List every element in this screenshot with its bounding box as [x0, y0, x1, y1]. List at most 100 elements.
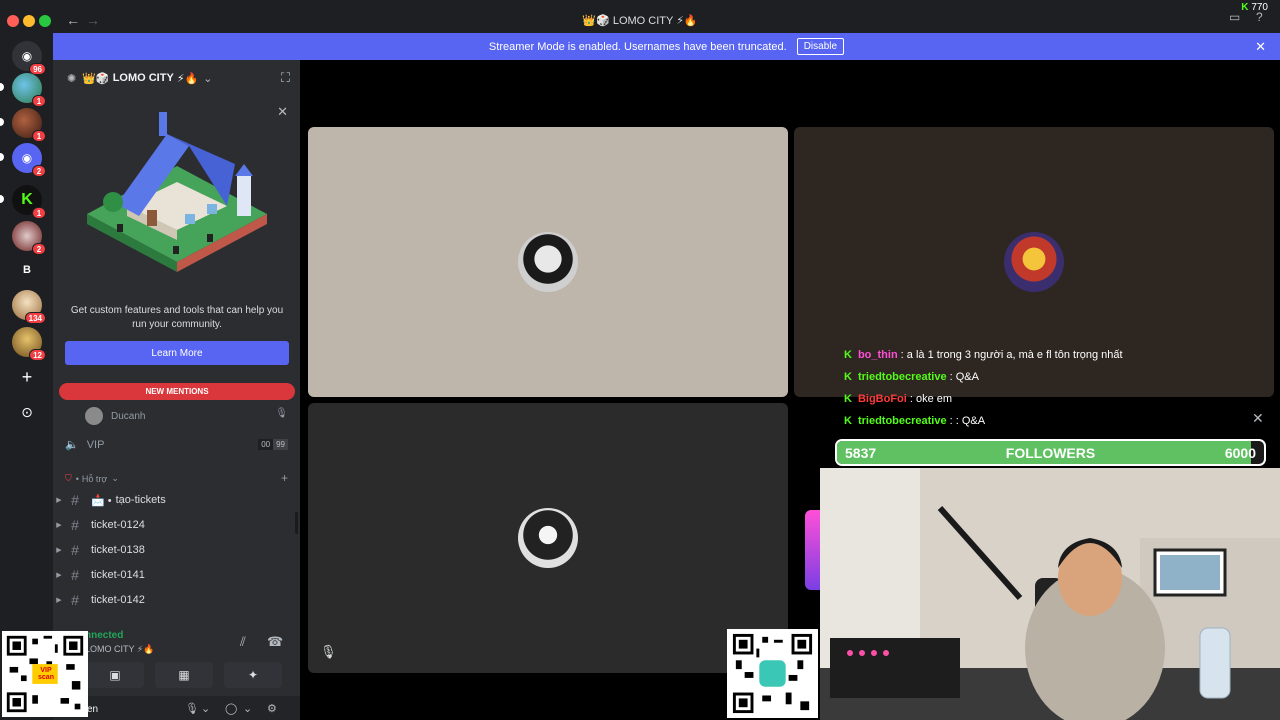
new-mentions-pill[interactable]: NEW MENTIONS: [59, 383, 295, 400]
server-kick-icon[interactable]: K1: [12, 185, 46, 219]
server-badge: 2: [32, 243, 46, 255]
caret-right-icon: ▶: [56, 597, 62, 604]
kick-icon: K: [844, 415, 852, 427]
server-badge: 134: [24, 312, 46, 324]
chat-text: : Q&A: [949, 371, 979, 383]
server-badge: 1: [32, 130, 46, 142]
vip-count-current: 00: [258, 439, 274, 450]
chat-message: K triedtobecreative : : Q&A: [844, 415, 985, 427]
unread-pill: [0, 153, 4, 161]
server-b-icon[interactable]: B: [12, 255, 42, 285]
close-icon[interactable]: ✕: [1252, 410, 1264, 427]
muted-icon: 🎙: [320, 644, 337, 659]
user-name: en: [87, 704, 99, 715]
add-server-icon[interactable]: +: [12, 362, 42, 392]
invite-people-icon[interactable]: ⛶: [281, 70, 290, 86]
server-boost-icon: ✺: [67, 72, 77, 85]
hash-icon: #: [71, 492, 79, 508]
close-icon[interactable]: ✕: [277, 104, 288, 120]
soundboard-button[interactable]: ✦: [224, 662, 282, 688]
chat-username: triedtobecreative: [857, 371, 947, 383]
help-icon[interactable]: ?: [1256, 10, 1263, 24]
title-prefix-icons: 👑🎲: [582, 15, 610, 27]
chevron-down-icon[interactable]: ⌄: [243, 702, 252, 715]
chat-username: triedtobecreative: [857, 415, 947, 427]
channel-ticket-0141[interactable]: ▶ # ticket-0141: [53, 564, 300, 586]
chat-message: K bo_thin : a là 1 trong 3 người a, mà e…: [844, 349, 1123, 361]
chevron-down-icon: ⌄: [111, 473, 119, 483]
headphones-icon[interactable]: ◯: [225, 702, 237, 715]
category-ho-tro[interactable]: ⛉ • Hỗ trợ ⌄: [65, 473, 119, 484]
qr-code-right: [727, 629, 818, 718]
participant-avatar: [1004, 232, 1064, 292]
channel-ticket-0138[interactable]: ▶ # ticket-0138: [53, 539, 300, 561]
voice-user-row[interactable]: Ducanh: [85, 407, 145, 425]
activities-button[interactable]: ▦: [155, 662, 213, 688]
chevron-down-icon[interactable]: ⌄: [201, 702, 210, 715]
window-title-text: LOMO CITY: [612, 15, 674, 27]
title-bar: ← → 👑🎲 LOMO CITY ⚡🔥 K 770 ▭ ?: [0, 0, 1280, 33]
streamer-webcam: [820, 468, 1280, 720]
sidebar-scrollbar[interactable]: [295, 512, 298, 534]
hash-icon: #: [71, 592, 79, 608]
screen-share-button[interactable]: ▣: [86, 662, 144, 688]
voice-channel-vip[interactable]: 🔈 VIP: [65, 438, 105, 452]
voice-connected-status: nnected: [85, 630, 124, 641]
qr-logo-label: VIP scan: [38, 667, 54, 681]
chat-message: K triedtobecreative : Q&A: [844, 371, 979, 383]
promo-text: Get custom features and tools that can h…: [70, 305, 284, 330]
community-house-illustration: [87, 112, 267, 272]
discord-home-icon[interactable]: ◉ 96: [12, 41, 46, 75]
server-badge: 2: [32, 165, 46, 177]
channel-label: ticket-0142: [91, 594, 145, 606]
kick-icon: K: [844, 393, 852, 405]
server-globe-icon[interactable]: 1: [12, 73, 46, 107]
server-warrior-icon[interactable]: 1: [12, 108, 46, 142]
explore-glyph: ⊙: [21, 403, 33, 420]
channel-ticket-0142[interactable]: ▶ # ticket-0142: [53, 589, 300, 611]
unread-pill: [0, 83, 4, 91]
server-emblem-icon[interactable]: 2: [12, 221, 46, 255]
server-discord-icon[interactable]: ◉ 2: [12, 143, 46, 177]
video-tile-1[interactable]: [308, 127, 788, 397]
category-bullet: •: [75, 473, 79, 484]
unread-pill: [0, 195, 4, 203]
voice-server-name: LOMO CITY ⚡🔥: [85, 644, 155, 654]
server-name: LOMO CITY: [112, 72, 174, 84]
create-channel-icon[interactable]: +: [281, 471, 288, 485]
server-badge: 1: [32, 207, 46, 219]
channel-label: ticket-0141: [91, 569, 145, 581]
server-badge: 1: [32, 95, 46, 107]
disconnect-icon[interactable]: ☎: [267, 634, 283, 650]
caret-right-icon: ▶: [56, 497, 62, 504]
hash-icon: #: [71, 542, 79, 558]
microphone-icon[interactable]: 🎙: [185, 702, 199, 715]
close-icon[interactable]: ✕: [1255, 39, 1266, 55]
learn-more-button[interactable]: Learn More: [65, 341, 289, 365]
server-lomo-icon[interactable]: 12: [12, 327, 46, 361]
channel-label: ticket-0124: [91, 519, 145, 531]
chevron-down-icon: ⌄: [203, 72, 213, 85]
server-anime-icon[interactable]: 134: [12, 290, 46, 324]
inbox-icon[interactable]: ▭: [1229, 10, 1240, 24]
video-tile-3[interactable]: [308, 403, 788, 673]
channel-tao-tickets[interactable]: ▶ # 📩 • tạo-tickets: [53, 489, 300, 511]
chat-text: : oke em: [909, 393, 953, 405]
server-prefix-icons: 👑🎲: [82, 72, 110, 85]
followers-goal-bar: 5837 FOLLOWERS 6000: [835, 439, 1266, 466]
caret-right-icon: ▶: [56, 547, 62, 554]
explore-compass-icon[interactable]: ⊙: [12, 397, 42, 427]
chat-message: K BigBoFoi : oke em: [844, 393, 952, 405]
kick-icon: K: [844, 349, 852, 361]
gear-icon[interactable]: ⚙: [267, 702, 277, 715]
channel-ticket-0124[interactable]: ▶ # ticket-0124: [53, 514, 300, 536]
noise-suppression-icon[interactable]: ⫽: [240, 634, 246, 650]
followers-label: FOLLOWERS: [1005, 445, 1096, 461]
chat-text: : a là 1 trong 3 người a, mà e fl tôn tr…: [900, 349, 1123, 361]
server-header[interactable]: ✺ 👑🎲 LOMO CITY ⚡🔥 ⌄: [53, 60, 300, 96]
caret-right-icon: ▶: [56, 572, 62, 579]
channel-prefix: 📩 •: [91, 494, 112, 507]
chat-username: BigBoFoi: [857, 393, 907, 405]
vip-channel-label: VIP: [86, 438, 105, 451]
disable-streamer-mode-button[interactable]: Disable: [796, 38, 845, 55]
